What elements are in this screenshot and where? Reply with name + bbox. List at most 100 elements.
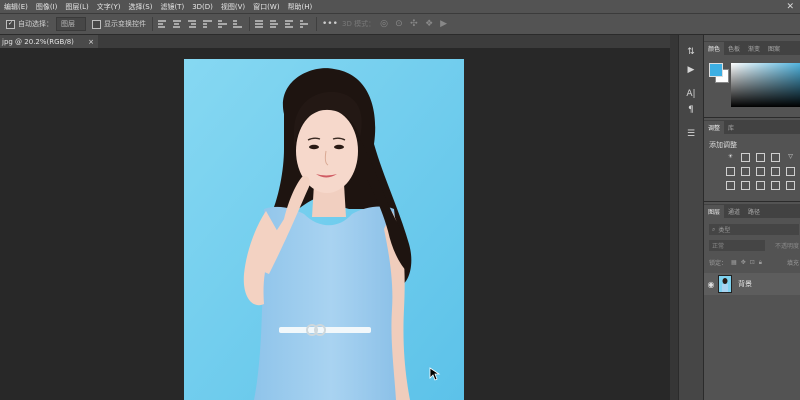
color-balance-icon[interactable] <box>741 167 750 176</box>
opacity-label: 不透明度 <box>774 243 799 250</box>
tab-adjustments[interactable]: 调整 <box>704 121 725 134</box>
checkbox-unchecked-icon[interactable] <box>92 19 101 29</box>
properties-icon[interactable]: ☰ <box>682 127 700 141</box>
checkbox-checked-icon[interactable]: ✓ <box>6 19 15 29</box>
distribute-left-icon[interactable] <box>255 19 265 29</box>
lock-label: 锁定： <box>709 260 728 267</box>
menu-view[interactable]: 视图(V) <box>217 2 249 12</box>
menu-type[interactable]: 文字(Y) <box>93 2 125 12</box>
divider <box>316 17 317 31</box>
menu-image[interactable]: 图像(I) <box>32 2 62 12</box>
channel-mixer-icon[interactable] <box>786 167 795 176</box>
levels-icon[interactable] <box>741 153 750 162</box>
search-icon: ⌕ <box>712 225 716 233</box>
layer-name: 背景 <box>738 280 752 288</box>
color-panel-tabs: 颜色 色板 渐变 图案 <box>704 41 800 55</box>
tab-patterns[interactable]: 图案 <box>764 42 784 55</box>
auto-select-toggle[interactable]: ✓ 自动选择： 图层 <box>6 17 86 31</box>
divider <box>704 117 800 118</box>
posterize-icon[interactable] <box>741 181 750 190</box>
paragraph-icon[interactable]: ¶ <box>682 103 700 117</box>
adjust-panel-tabs: 调整 库 <box>704 120 800 134</box>
black-white-icon[interactable] <box>756 167 765 176</box>
tab-swatches[interactable]: 色板 <box>724 42 744 55</box>
show-transform-toggle[interactable]: 显示变换控件 <box>92 19 146 29</box>
document-tab[interactable]: jpg @ 20.2%(RGB/8) × <box>0 35 98 48</box>
distribute-top-icon[interactable] <box>300 19 310 29</box>
more-options-icon[interactable]: ••• <box>322 19 338 29</box>
tab-libraries[interactable]: 库 <box>724 121 738 134</box>
selective-color-icon[interactable] <box>786 181 795 190</box>
lock-pixels-icon[interactable]: ▦ <box>731 259 737 266</box>
align-top-icon[interactable] <box>203 19 213 29</box>
divider <box>704 201 800 202</box>
align-center-icon[interactable] <box>173 19 183 29</box>
foreground-color-swatch[interactable] <box>709 63 723 77</box>
options-bar: ✓ 自动选择： 图层 显示变换控件 ••• 3D 模式： ◎ ⊙ ✣ ❖ ▶ <box>0 13 800 35</box>
eye-icon[interactable]: ◉ <box>704 280 718 289</box>
lock-all-icon[interactable]: 🔒︎ <box>759 259 762 267</box>
align-right-icon[interactable] <box>188 19 198 29</box>
menu-edit[interactable]: 编辑(E) <box>0 2 32 12</box>
3d-slide-icon[interactable]: ❖ <box>425 19 435 29</box>
hue-saturation-icon[interactable] <box>726 167 735 176</box>
align-left-icon[interactable] <box>158 19 168 29</box>
layer-thumbnail <box>718 275 732 293</box>
tab-color[interactable]: 颜色 <box>704 42 725 55</box>
photo-image[interactable] <box>184 59 464 400</box>
show-transform-label: 显示变换控件 <box>104 20 146 28</box>
tab-gradients[interactable]: 渐变 <box>744 42 764 55</box>
menu-window[interactable]: 窗口(W) <box>249 2 283 12</box>
3d-camera-icon[interactable]: ▶ <box>440 19 450 29</box>
tab-channels[interactable]: 通道 <box>724 205 744 218</box>
color-picker-field[interactable] <box>731 63 800 107</box>
canvas-area[interactable] <box>0 48 670 400</box>
history-icon[interactable]: ⇅ <box>682 45 700 59</box>
menu-3d[interactable]: 3D(D) <box>188 3 217 11</box>
portrait-illustration <box>184 59 464 400</box>
3d-roll-icon[interactable]: ⊙ <box>395 19 405 29</box>
lock-position-icon[interactable]: ✥ <box>741 259 746 266</box>
brightness-icon[interactable]: ☀ <box>726 153 735 162</box>
menu-layer[interactable]: 图层(L) <box>61 2 92 12</box>
character-type-icon[interactable]: A| <box>682 87 700 101</box>
layer-item-background[interactable]: ◉ 背景 <box>704 273 800 295</box>
auto-select-dropdown[interactable]: 图层 <box>56 17 86 31</box>
photo-filter-icon[interactable] <box>771 167 780 176</box>
curves-icon[interactable] <box>756 153 765 162</box>
layer-filter-placeholder: 类型 <box>718 227 731 234</box>
menu-select[interactable]: 选择(S) <box>125 2 157 12</box>
invert-icon[interactable] <box>726 181 735 190</box>
3d-orbit-icon[interactable]: ◎ <box>380 19 390 29</box>
auto-select-label: 自动选择： <box>18 20 53 28</box>
align-bottom-icon[interactable] <box>233 19 243 29</box>
menu-filter[interactable]: 滤镜(T) <box>156 2 188 12</box>
right-panels: 颜色 色板 渐变 图案 调整 库 添加调整 ☀ ▽ 图层 通道 路径 ⌕ 类型 <box>703 35 800 400</box>
lock-artboard-icon[interactable]: ⊡ <box>750 259 755 266</box>
document-tab-title: jpg @ 20.2%(RGB/8) <box>2 37 74 46</box>
blend-mode-select[interactable]: 正常 <box>709 240 765 251</box>
distribute-center-icon[interactable] <box>270 19 280 29</box>
blend-mode-row: 正常 不透明度 <box>709 240 799 251</box>
menu-help[interactable]: 帮助(H) <box>284 2 317 12</box>
threshold-icon[interactable] <box>756 181 765 190</box>
3d-mode-label: 3D 模式： <box>342 20 376 28</box>
window-close-icon[interactable]: ✕ <box>786 2 794 12</box>
distribute-right-icon[interactable] <box>285 19 295 29</box>
play-icon[interactable]: ▶ <box>682 63 700 77</box>
3d-pan-icon[interactable]: ✣ <box>410 19 420 29</box>
gradient-map-icon[interactable] <box>771 181 780 190</box>
tab-layers[interactable]: 图层 <box>704 205 725 218</box>
exposure-icon[interactable] <box>771 153 780 162</box>
divider <box>249 17 250 31</box>
adjustments-grid: ☀ ▽ <box>726 153 799 190</box>
close-tab-icon[interactable]: × <box>88 38 94 46</box>
tab-paths[interactable]: 路径 <box>744 205 764 218</box>
vibrance-icon[interactable]: ▽ <box>786 153 795 162</box>
divider <box>152 17 153 31</box>
align-middle-icon[interactable] <box>218 19 228 29</box>
layer-filter-search[interactable]: ⌕ 类型 <box>709 224 799 235</box>
lock-row: 锁定： ▦ ✥ ⊡ 🔒︎ 填充 <box>709 257 799 268</box>
canvas-scrollbar[interactable] <box>670 35 678 400</box>
move-cursor-icon <box>429 367 441 381</box>
